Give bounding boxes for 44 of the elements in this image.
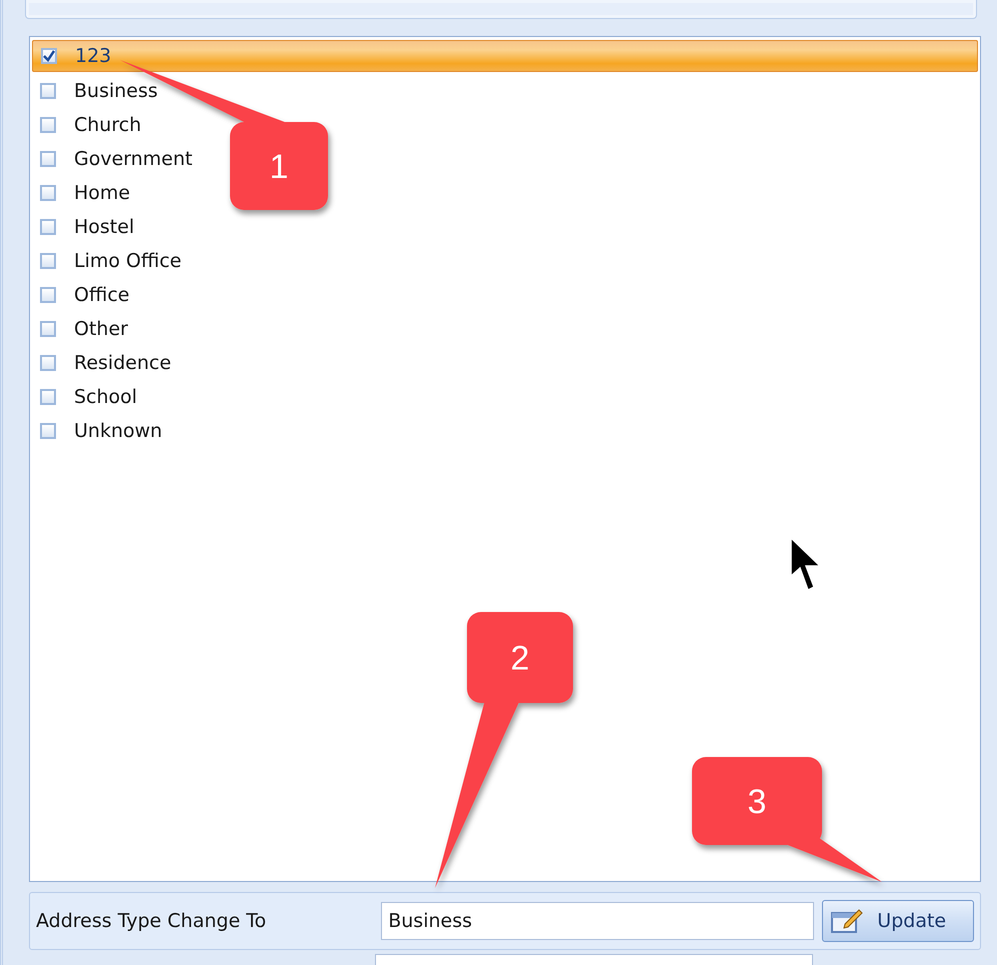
list-row[interactable]: Unknown bbox=[32, 414, 166, 448]
checkbox[interactable] bbox=[40, 389, 56, 405]
list-row[interactable]: Business bbox=[32, 74, 162, 108]
address-type-label: Home bbox=[74, 182, 130, 204]
list-row[interactable]: Limo Office bbox=[32, 244, 186, 278]
address-type-label: Church bbox=[74, 114, 142, 136]
field-label: Address Type Change To bbox=[36, 910, 268, 932]
list-row[interactable]: Church bbox=[32, 108, 146, 142]
address-type-label: Residence bbox=[74, 352, 172, 374]
checkbox[interactable] bbox=[40, 83, 56, 99]
list-row[interactable]: Government bbox=[32, 142, 196, 176]
list-row[interactable]: Office bbox=[32, 278, 134, 312]
address-type-label: Office bbox=[74, 284, 130, 306]
checkbox[interactable] bbox=[40, 219, 56, 235]
list-row[interactable]: Hostel bbox=[32, 210, 138, 244]
input-field[interactable]: Business bbox=[381, 902, 814, 940]
checkbox[interactable] bbox=[40, 253, 56, 269]
address-type-label: Limo Office bbox=[74, 250, 182, 272]
checkbox[interactable] bbox=[40, 423, 56, 439]
checkbox[interactable] bbox=[40, 151, 56, 167]
callout-number: 3 bbox=[748, 783, 766, 821]
input-field[interactable] bbox=[375, 954, 813, 965]
address-type-label: Business bbox=[74, 80, 158, 102]
list-row[interactable]: School bbox=[32, 380, 142, 414]
address-type-label: Hostel bbox=[74, 216, 134, 238]
address-type-label: Government bbox=[74, 148, 192, 170]
checkbox[interactable] bbox=[40, 185, 56, 201]
list-row[interactable]: Other bbox=[32, 312, 132, 346]
callout-number: 1 bbox=[270, 148, 288, 186]
list-row[interactable]: 123 bbox=[32, 40, 978, 72]
list-row[interactable]: Residence bbox=[32, 346, 176, 380]
address-type-label: Other bbox=[74, 318, 128, 340]
checkbox[interactable] bbox=[40, 321, 56, 337]
list-row[interactable]: Home bbox=[32, 176, 134, 210]
edit-icon bbox=[831, 908, 864, 934]
address-type-label: 123 bbox=[75, 45, 112, 67]
update-button[interactable]: Update bbox=[822, 900, 974, 942]
address-type-label: Unknown bbox=[74, 420, 162, 442]
callout-number: 2 bbox=[510, 640, 530, 678]
address-type-label: School bbox=[74, 386, 138, 408]
checkbox[interactable] bbox=[40, 287, 56, 303]
checkbox[interactable] bbox=[40, 355, 56, 371]
checkbox[interactable] bbox=[40, 117, 56, 133]
checkbox[interactable] bbox=[41, 48, 57, 64]
